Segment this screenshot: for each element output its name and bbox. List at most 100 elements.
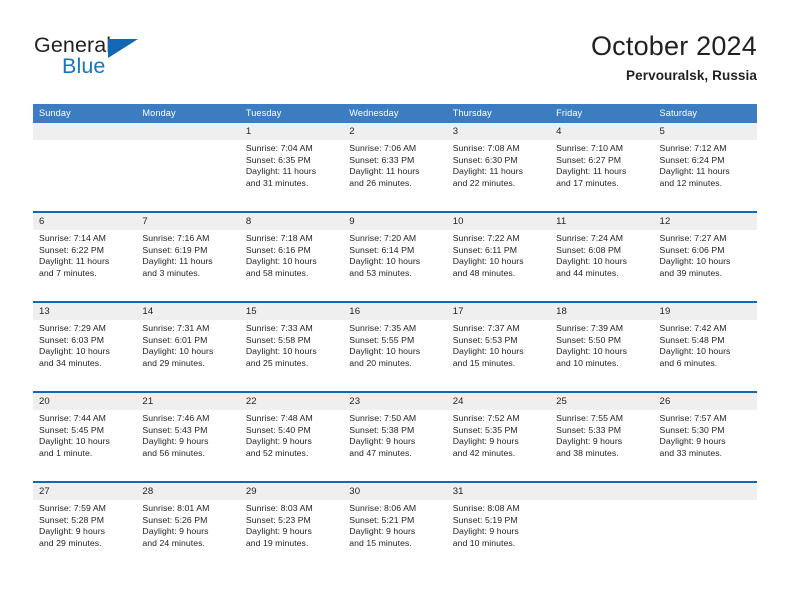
- day-number: 25: [550, 393, 654, 410]
- day-details: [33, 140, 136, 143]
- calendar-day-cell[interactable]: 7 Sunrise: 7:16 AM Sunset: 6:19 PM Daylight…: [136, 213, 240, 301]
- day-number: 30: [343, 483, 447, 500]
- day-details: Sunrise: 7:20 AM Sunset: 6:14 PM Daylight:…: [343, 230, 446, 279]
- day-detail-line: Sunrise: 7:18 AM: [245, 233, 313, 243]
- day-detail-line: and 58 minutes.: [245, 267, 309, 278]
- day-detail-line: Sunset: 5:43 PM: [142, 424, 208, 435]
- day-detail-line: Sunrise: 7:22 AM: [452, 233, 520, 243]
- day-number: 22: [239, 393, 344, 410]
- day-detail-line: Sunset: 6:27 PM: [556, 154, 622, 165]
- calendar-day-cell[interactable]: 21 Sunrise: 7:46 AM Sunset: 5:43 PM Dayligh…: [136, 393, 240, 481]
- calendar-day-cell[interactable]: 2 Sunrise: 7:06 AM Sunset: 6:33 PM Daylight…: [343, 123, 447, 211]
- day-detail-line: Daylight: 10 hours: [142, 346, 214, 357]
- calendar-week-row: 20 Sunrise: 7:44 AM Sunset: 5:45 PM Dayligh…: [33, 391, 757, 481]
- day-detail-line: Daylight: 10 hours: [245, 256, 317, 267]
- calendar-week-row: 1 Sunrise: 7:04 AM Sunset: 6:35 PM Daylight…: [33, 123, 757, 211]
- day-detail-line: and 42 minutes.: [452, 447, 516, 458]
- day-detail-line: Sunset: 5:48 PM: [659, 334, 725, 345]
- day-detail-line: Daylight: 9 hours: [659, 436, 726, 447]
- calendar-day-cell[interactable]: 6 Sunrise: 7:14 AM Sunset: 6:22 PM Daylight…: [33, 213, 137, 301]
- day-details: Sunrise: 7:06 AM Sunset: 6:33 PM Daylight:…: [343, 140, 446, 189]
- day-detail-line: and 1 minute.: [39, 447, 93, 458]
- day-detail-line: and 7 minutes.: [39, 267, 97, 278]
- day-detail-line: Daylight: 11 hours: [39, 256, 110, 267]
- day-number: 10: [446, 213, 551, 230]
- calendar-day-cell[interactable]: 31 Sunrise: 8:08 AM Sunset: 5:19 PM Dayligh…: [446, 483, 551, 571]
- day-detail-line: Sunset: 6:03 PM: [39, 334, 104, 345]
- day-detail-line: and 29 minutes.: [142, 357, 205, 368]
- calendar-day-cell[interactable]: 17 Sunrise: 7:37 AM Sunset: 5:53 PM Dayligh…: [446, 303, 551, 391]
- day-detail-line: Daylight: 10 hours: [245, 346, 317, 357]
- day-detail-line: Sunrise: 7:46 AM: [142, 413, 210, 423]
- calendar-day-cell[interactable]: 9 Sunrise: 7:20 AM Sunset: 6:14 PM Daylight…: [343, 213, 447, 301]
- calendar-day-cell[interactable]: 5 Sunrise: 7:12 AM Sunset: 6:24 PM Daylight…: [653, 123, 757, 211]
- calendar-day-cell[interactable]: 1 Sunrise: 7:04 AM Sunset: 6:35 PM Daylight…: [239, 123, 344, 211]
- calendar-day-cell[interactable]: 26 Sunrise: 7:57 AM Sunset: 5:30 PM Dayligh…: [653, 393, 757, 481]
- calendar-page: General Blue October 2024 Pervouralsk, R…: [0, 0, 792, 612]
- day-detail-line: Daylight: 10 hours: [452, 256, 524, 267]
- calendar-day-cell[interactable]: 11 Sunrise: 7:24 AM Sunset: 6:08 PM Dayligh…: [550, 213, 654, 301]
- day-detail-line: Sunset: 5:28 PM: [39, 514, 104, 525]
- calendar-day-cell[interactable]: 10 Sunrise: 7:22 AM Sunset: 6:11 PM Dayligh…: [446, 213, 551, 301]
- day-number: 12: [653, 213, 757, 230]
- day-detail-line: and 31 minutes.: [245, 177, 309, 188]
- day-detail-line: Daylight: 10 hours: [349, 256, 421, 267]
- calendar-day-cell[interactable]: 23 Sunrise: 7:50 AM Sunset: 5:38 PM Dayligh…: [343, 393, 447, 481]
- weekday-header-row: Sunday Monday Tuesday Wednesday Thursday Frid…: [33, 104, 757, 123]
- day-detail-line: Daylight: 11 hours: [349, 166, 420, 177]
- day-detail-line: Sunrise: 7:27 AM: [659, 233, 727, 243]
- day-details: Sunrise: 7:39 AM Sunset: 5:50 PM Daylight:…: [550, 320, 653, 369]
- calendar-grid: Sunday Monday Tuesday Wednesday Thursday Frid…: [33, 104, 757, 571]
- day-detail-line: and 53 minutes.: [349, 267, 412, 278]
- calendar-day-cell[interactable]: 29 Sunrise: 8:03 AM Sunset: 5:23 PM Dayligh…: [239, 483, 344, 571]
- day-detail-line: Daylight: 10 hours: [452, 346, 524, 357]
- day-details: Sunrise: 7:16 AM Sunset: 6:19 PM Daylight:…: [136, 230, 239, 279]
- calendar-day-cell[interactable]: 22 Sunrise: 7:48 AM Sunset: 5:40 PM Dayligh…: [239, 393, 344, 481]
- day-detail-line: Sunrise: 7:37 AM: [452, 323, 520, 333]
- day-detail-line: Sunset: 5:45 PM: [39, 424, 104, 435]
- day-detail-line: Sunrise: 7:39 AM: [556, 323, 624, 333]
- day-detail-line: Sunset: 5:23 PM: [245, 514, 311, 525]
- day-detail-line: and 44 minutes.: [556, 267, 619, 278]
- calendar-week-row: 13 Sunrise: 7:29 AM Sunset: 6:03 PM Dayligh…: [33, 301, 757, 391]
- day-detail-line: Sunrise: 7:31 AM: [142, 323, 210, 333]
- day-detail-line: and 6 minutes.: [659, 357, 718, 368]
- calendar-day-cell[interactable]: 24 Sunrise: 7:52 AM Sunset: 5:35 PM Dayligh…: [446, 393, 551, 481]
- day-number: 13: [33, 303, 137, 320]
- calendar-day-cell[interactable]: 16 Sunrise: 7:35 AM Sunset: 5:55 PM Dayligh…: [343, 303, 447, 391]
- calendar-day-cell[interactable]: 8 Sunrise: 7:18 AM Sunset: 6:16 PM Daylight…: [239, 213, 344, 301]
- calendar-day-cell[interactable]: 28 Sunrise: 8:01 AM Sunset: 5:26 PM Dayligh…: [136, 483, 240, 571]
- day-detail-line: Sunrise: 7:44 AM: [39, 413, 106, 423]
- day-detail-line: Sunset: 6:01 PM: [142, 334, 208, 345]
- calendar-day-cell[interactable]: 18 Sunrise: 7:39 AM Sunset: 5:50 PM Dayligh…: [550, 303, 654, 391]
- calendar-day-cell[interactable]: 27 Sunrise: 7:59 AM Sunset: 5:28 PM Dayligh…: [33, 483, 137, 571]
- day-details: Sunrise: 7:48 AM Sunset: 5:40 PM Daylight:…: [240, 410, 343, 459]
- day-detail-line: and 25 minutes.: [245, 357, 309, 368]
- calendar-day-cell[interactable]: 25 Sunrise: 7:55 AM Sunset: 5:33 PM Dayligh…: [550, 393, 654, 481]
- day-detail-line: Sunset: 6:35 PM: [245, 154, 311, 165]
- day-detail-line: Sunset: 6:22 PM: [39, 244, 104, 255]
- calendar-empty-cell: [33, 123, 137, 211]
- day-detail-line: Sunrise: 7:48 AM: [245, 413, 313, 423]
- calendar-day-cell[interactable]: 19 Sunrise: 7:42 AM Sunset: 5:48 PM Dayligh…: [653, 303, 757, 391]
- calendar-day-cell[interactable]: 12 Sunrise: 7:27 AM Sunset: 6:06 PM Dayligh…: [653, 213, 757, 301]
- day-number: 24: [446, 393, 551, 410]
- brand-logo[interactable]: General Blue: [33, 32, 213, 90]
- calendar-day-cell[interactable]: 14 Sunrise: 7:31 AM Sunset: 6:01 PM Dayligh…: [136, 303, 240, 391]
- day-detail-line: and 15 minutes.: [349, 537, 412, 548]
- calendar-day-cell[interactable]: 15 Sunrise: 7:33 AM Sunset: 5:58 PM Dayligh…: [239, 303, 344, 391]
- calendar-day-cell[interactable]: 30 Sunrise: 8:06 AM Sunset: 5:21 PM Dayligh…: [343, 483, 447, 571]
- calendar-day-cell[interactable]: 3 Sunrise: 7:08 AM Sunset: 6:30 PM Daylight…: [446, 123, 551, 211]
- day-number: 16: [343, 303, 447, 320]
- calendar-day-cell[interactable]: 13 Sunrise: 7:29 AM Sunset: 6:03 PM Dayligh…: [33, 303, 137, 391]
- day-details: Sunrise: 7:57 AM Sunset: 5:30 PM Daylight:…: [654, 410, 757, 459]
- location-subtitle: Pervouralsk, Russia: [626, 68, 757, 83]
- calendar-day-cell[interactable]: 20 Sunrise: 7:44 AM Sunset: 5:45 PM Dayligh…: [33, 393, 137, 481]
- day-detail-line: Sunset: 5:19 PM: [452, 514, 518, 525]
- day-detail-line: Sunrise: 7:57 AM: [659, 413, 727, 423]
- day-details: [136, 140, 239, 143]
- day-details: Sunrise: 7:42 AM Sunset: 5:48 PM Daylight:…: [654, 320, 757, 369]
- calendar-day-cell[interactable]: 4 Sunrise: 7:10 AM Sunset: 6:27 PM Daylight…: [550, 123, 654, 211]
- day-detail-line: Daylight: 9 hours: [452, 526, 519, 537]
- weekday-header-tuesday: Tuesday: [245, 108, 282, 118]
